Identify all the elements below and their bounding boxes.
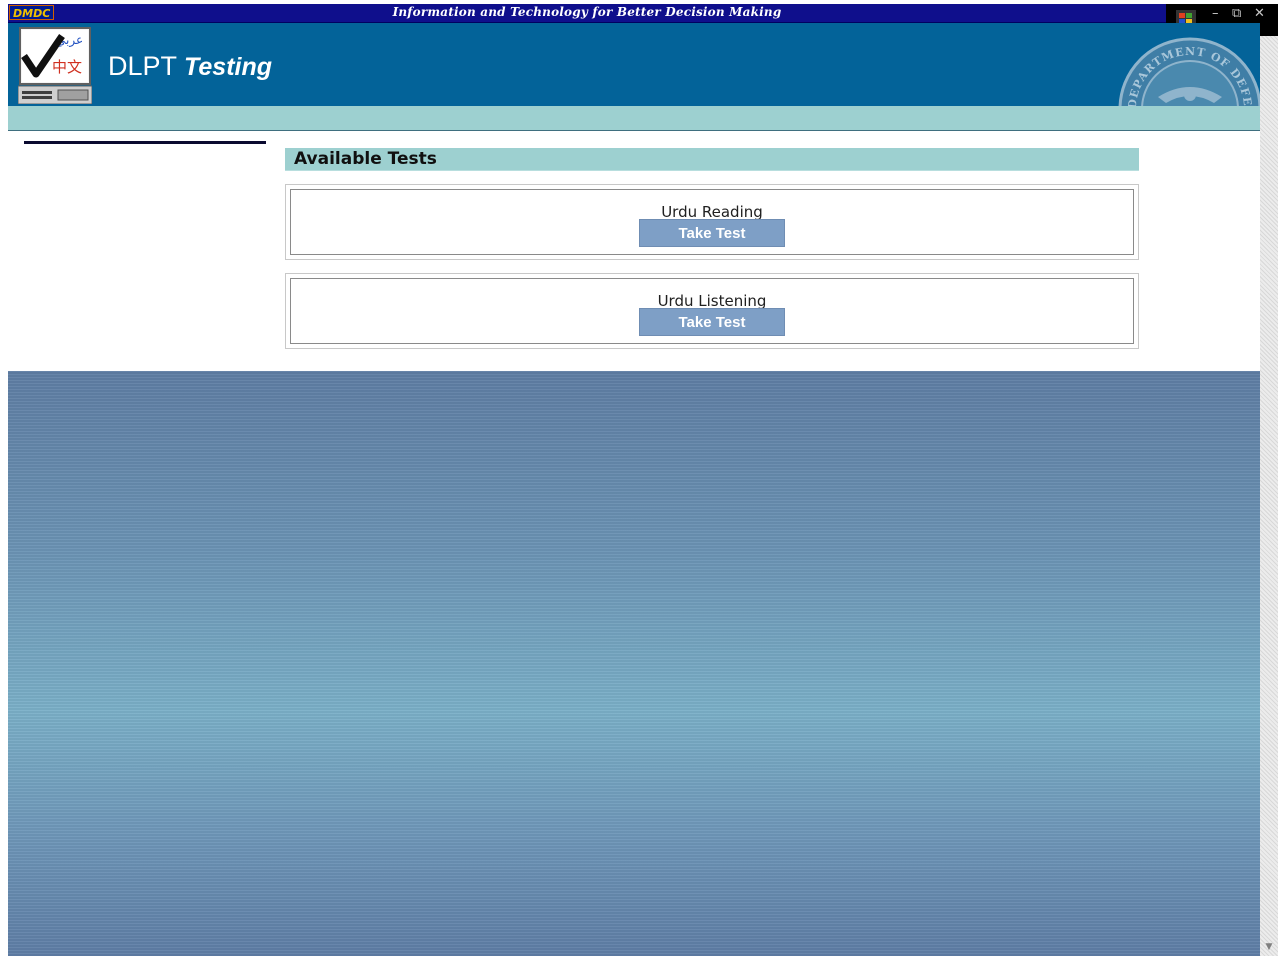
- test-card-frame: Urdu Reading Take Test: [290, 189, 1134, 255]
- test-card-urdu-listening: Urdu Listening Take Test: [285, 273, 1139, 349]
- svg-text:中文: 中文: [52, 58, 82, 76]
- scroll-down-arrow-icon[interactable]: ▼: [1262, 940, 1276, 954]
- background-panel: [8, 371, 1260, 956]
- app-title-sub: Testing: [184, 53, 273, 81]
- available-tests-header: Available Tests: [285, 148, 1139, 171]
- header-subbar: [8, 106, 1260, 131]
- restore-button[interactable]: ⧉: [1232, 6, 1241, 21]
- take-test-button[interactable]: Take Test: [639, 219, 785, 247]
- take-test-button[interactable]: Take Test: [639, 308, 785, 336]
- left-divider: [24, 141, 266, 144]
- test-card-frame: Urdu Listening Take Test: [290, 278, 1134, 344]
- top-banner: DMDC Information and Technology for Bett…: [8, 4, 1166, 23]
- app-title-main: DLPT: [108, 51, 177, 81]
- department-of-defense-seal-icon: DEPARTMENT OF DEFENSE: [1118, 25, 1260, 106]
- section-title: Available Tests: [294, 149, 437, 169]
- dlpt-checkmark-logo-icon: عربي 中文: [18, 27, 92, 104]
- minimize-button[interactable]: –: [1212, 6, 1219, 21]
- close-button[interactable]: ✕: [1254, 6, 1265, 21]
- vertical-scrollbar[interactable]: [1260, 36, 1278, 956]
- test-card-urdu-reading: Urdu Reading Take Test: [285, 184, 1139, 260]
- slogan-text: Information and Technology for Better De…: [392, 5, 782, 19]
- app-title: DLPT Testing: [108, 51, 272, 82]
- app-header: عربي 中文 DLPT Testing DEPARTMENT OF DEFEN…: [8, 23, 1260, 106]
